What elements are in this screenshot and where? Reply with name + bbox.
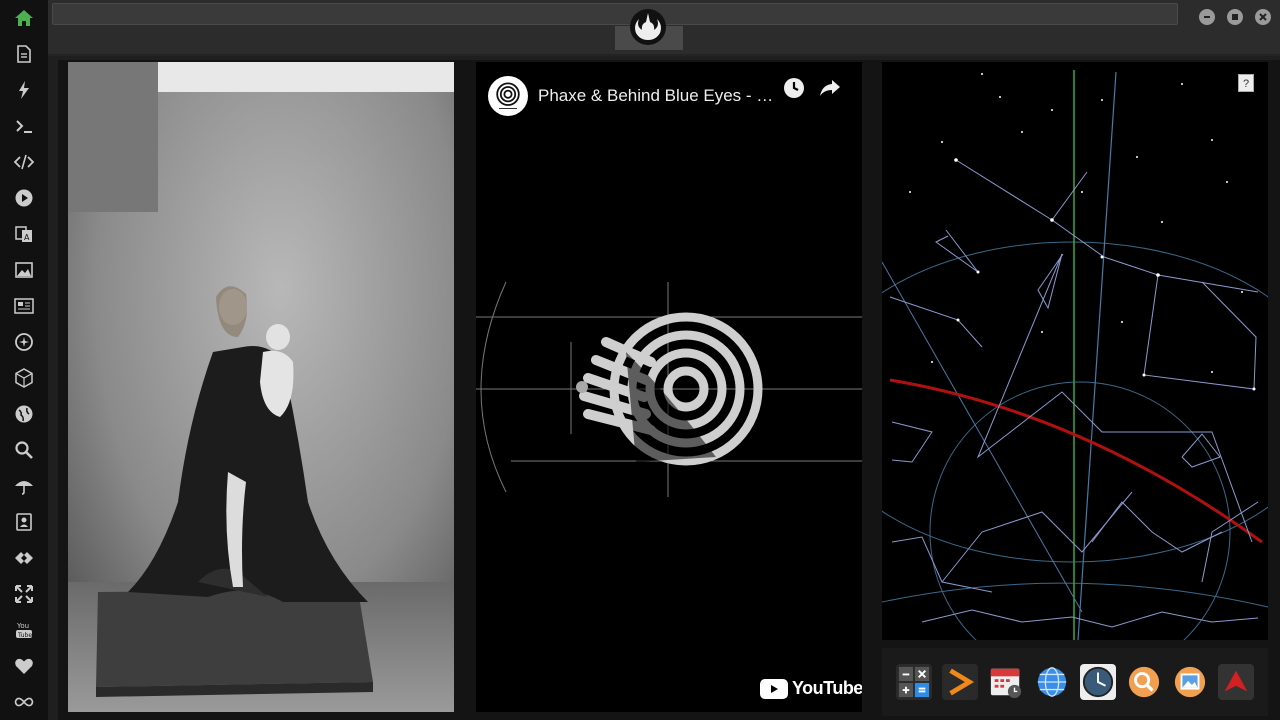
photo-panel[interactable] xyxy=(68,62,454,712)
star-map-canvas[interactable] xyxy=(882,62,1268,640)
code-icon[interactable] xyxy=(10,148,38,176)
svg-text:Tube: Tube xyxy=(17,632,32,639)
star-map-panel[interactable]: ? xyxy=(882,62,1268,640)
photo-app-icon[interactable] xyxy=(1172,664,1208,700)
black-and-white-photo xyxy=(68,62,454,712)
news-icon[interactable] xyxy=(10,292,38,320)
video-panel[interactable]: Phaxe & Behind Blue Eyes - … YouTube xyxy=(476,62,862,712)
youtube-play-icon xyxy=(760,678,788,699)
video-frame xyxy=(476,62,862,712)
address-bar[interactable] xyxy=(52,3,1178,25)
heart-icon[interactable] xyxy=(10,652,38,680)
translate-icon[interactable]: A xyxy=(10,220,38,248)
share-icon[interactable] xyxy=(818,76,842,100)
minimize-icon[interactable] xyxy=(1199,9,1215,25)
document-icon[interactable] xyxy=(10,40,38,68)
terminal-icon[interactable] xyxy=(10,112,38,140)
arrow-right-app-icon[interactable] xyxy=(942,664,978,700)
home-icon[interactable] xyxy=(10,4,38,32)
lightning-icon[interactable] xyxy=(10,76,38,104)
rebel-alliance-logo-icon[interactable] xyxy=(629,8,667,46)
svg-text:You: You xyxy=(16,622,29,630)
search-icon[interactable] xyxy=(10,436,38,464)
help-button[interactable]: ? xyxy=(1238,74,1254,92)
maximize-icon[interactable] xyxy=(1227,9,1243,25)
video-title[interactable]: Phaxe & Behind Blue Eyes - … xyxy=(538,86,774,106)
app-dock xyxy=(882,648,1268,716)
globe-icon[interactable] xyxy=(10,400,38,428)
youtube-logo[interactable]: YouTube xyxy=(760,678,862,699)
red-arrow-app-icon[interactable] xyxy=(1218,664,1254,700)
calculator-icon[interactable] xyxy=(896,664,932,700)
umbrella-icon[interactable] xyxy=(10,472,38,500)
sidebar: A You Tube xyxy=(0,0,48,720)
diamond-code-icon[interactable] xyxy=(10,544,38,572)
youtube-icon[interactable]: You Tube xyxy=(10,616,38,644)
top-bar xyxy=(48,0,1280,56)
contacts-icon[interactable] xyxy=(10,508,38,536)
settings-star-icon[interactable] xyxy=(10,328,38,356)
svg-text:A: A xyxy=(24,233,30,242)
channel-avatar[interactable] xyxy=(488,76,528,116)
globe-app-icon[interactable] xyxy=(1034,664,1070,700)
clock-app-icon[interactable] xyxy=(1080,664,1116,700)
close-icon[interactable] xyxy=(1255,9,1271,25)
fullscreen-icon[interactable] xyxy=(10,580,38,608)
play-icon[interactable] xyxy=(10,184,38,212)
image-icon[interactable] xyxy=(10,256,38,284)
calendar-icon[interactable] xyxy=(988,664,1024,700)
watch-later-icon[interactable] xyxy=(782,76,806,100)
search-app-icon[interactable] xyxy=(1126,664,1162,700)
infinity-cloud-icon[interactable] xyxy=(10,688,38,716)
cube-icon[interactable] xyxy=(10,364,38,392)
youtube-wordmark: YouTube xyxy=(792,678,862,698)
